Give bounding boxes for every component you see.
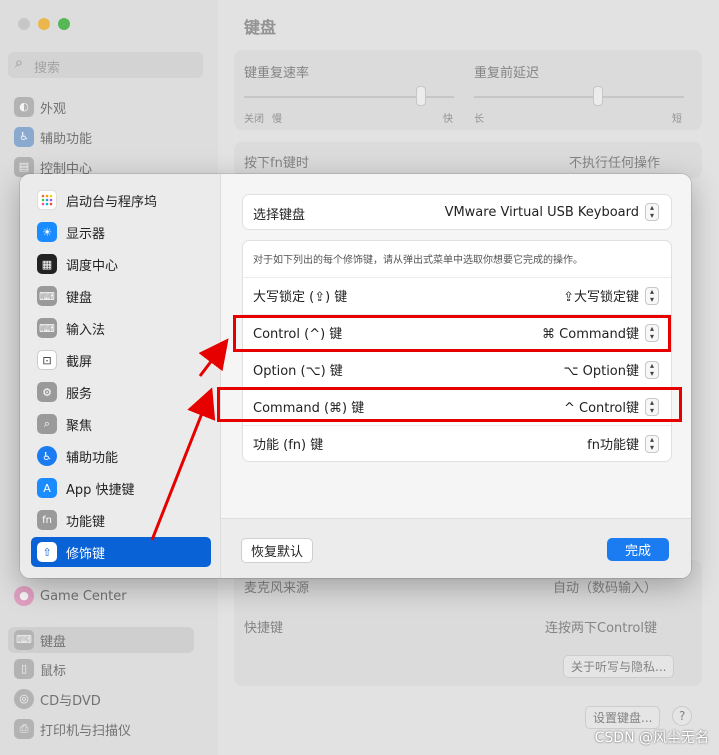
annotation-arrows <box>150 338 229 541</box>
watermark: CSDN @风尘无名 <box>594 730 709 746</box>
arrow-to-control-row <box>198 338 229 377</box>
arrow-to-command-row <box>150 387 216 541</box>
